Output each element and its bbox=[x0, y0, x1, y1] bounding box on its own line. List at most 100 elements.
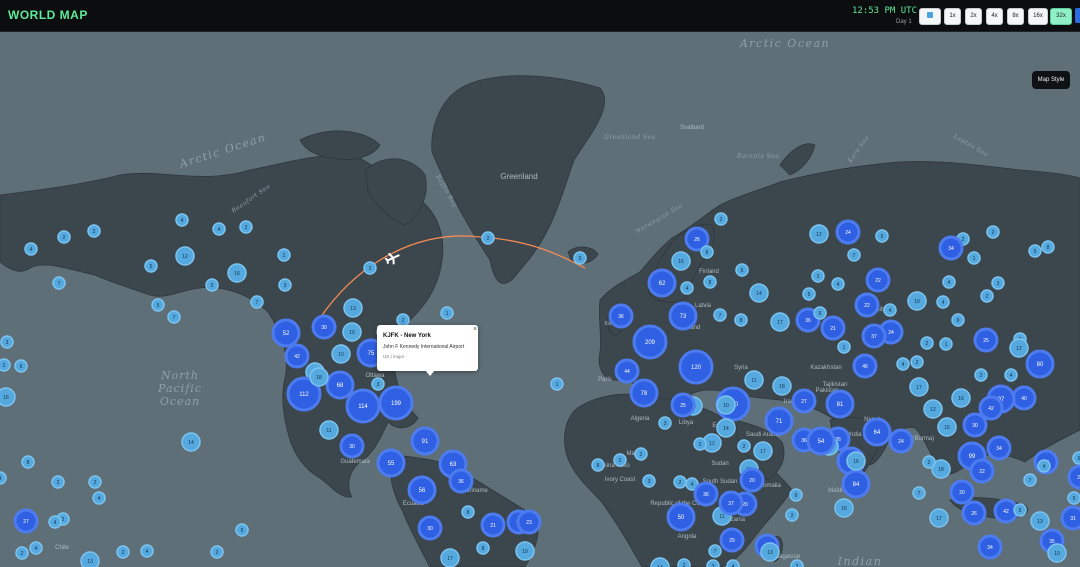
cluster-marker[interactable]: 15 bbox=[937, 417, 957, 437]
cluster-marker[interactable]: 4 bbox=[883, 303, 897, 317]
cluster-marker[interactable]: 24 bbox=[835, 219, 861, 245]
cluster-marker[interactable]: 4 bbox=[936, 295, 950, 309]
cluster-marker[interactable]: 12 bbox=[923, 399, 943, 419]
cluster-marker[interactable]: 14 bbox=[716, 418, 736, 438]
cluster-marker[interactable]: 5 bbox=[151, 298, 165, 312]
cluster-marker[interactable]: 2 bbox=[239, 220, 253, 234]
cluster-marker[interactable]: 5 bbox=[1067, 491, 1080, 505]
cluster-marker[interactable]: 73 bbox=[668, 301, 698, 331]
cluster-marker[interactable]: 209 bbox=[632, 324, 668, 360]
cluster-marker[interactable]: 4 bbox=[680, 281, 694, 295]
cluster-marker[interactable]: 14 bbox=[181, 432, 201, 452]
cluster-marker[interactable]: 4 bbox=[24, 242, 38, 256]
speed-8x-button[interactable]: 8x bbox=[1007, 8, 1024, 25]
cluster-marker[interactable]: 5 bbox=[802, 287, 816, 301]
cluster-marker[interactable]: 40 bbox=[1011, 385, 1037, 411]
cluster-marker[interactable]: 8 bbox=[461, 505, 475, 519]
cluster-marker[interactable]: 120 bbox=[678, 349, 714, 385]
cluster-marker[interactable]: 25 bbox=[670, 392, 696, 418]
cluster-marker[interactable]: 12 bbox=[175, 246, 195, 266]
cluster-marker[interactable]: 1 bbox=[440, 306, 454, 320]
cluster-marker[interactable]: 17 bbox=[909, 377, 929, 397]
cluster-marker[interactable]: 17 bbox=[770, 312, 790, 332]
cluster-marker[interactable]: 23 bbox=[516, 509, 542, 535]
cluster-marker[interactable]: 3 bbox=[991, 276, 1005, 290]
cluster-marker[interactable]: 55 bbox=[376, 448, 406, 478]
cluster-marker[interactable]: 3 bbox=[658, 416, 672, 430]
map-style-button[interactable]: Map Style bbox=[1032, 71, 1070, 89]
cluster-marker[interactable]: 12 bbox=[809, 224, 829, 244]
cluster-marker[interactable]: 18 bbox=[772, 376, 792, 396]
cluster-marker[interactable]: 5 bbox=[1028, 244, 1042, 258]
cluster-marker[interactable]: 1 bbox=[550, 377, 564, 391]
cluster-marker[interactable]: 30 bbox=[311, 314, 337, 340]
cluster-marker[interactable]: 34 bbox=[938, 235, 964, 261]
cluster-marker[interactable]: 42 bbox=[284, 343, 310, 369]
cluster-marker[interactable]: 37 bbox=[718, 490, 744, 516]
cluster-marker[interactable]: 16 bbox=[0, 387, 16, 407]
cluster-marker[interactable]: 4 bbox=[140, 544, 154, 558]
cluster-marker[interactable]: 50 bbox=[666, 502, 696, 532]
speed-1x-button[interactable]: 1x bbox=[944, 8, 961, 25]
cluster-marker[interactable]: 2 bbox=[811, 269, 825, 283]
cluster-marker[interactable]: 7 bbox=[912, 486, 926, 500]
cluster-marker[interactable]: 18 bbox=[309, 367, 329, 387]
cluster-marker[interactable]: 30 bbox=[962, 412, 988, 438]
cluster-marker[interactable]: 4 bbox=[896, 357, 910, 371]
cluster-marker[interactable]: 2 bbox=[677, 558, 691, 567]
cluster-marker[interactable]: 2 bbox=[634, 447, 648, 461]
speed-16x-button[interactable]: 16x bbox=[1028, 8, 1048, 25]
cluster-marker[interactable]: 5 bbox=[235, 523, 249, 537]
cluster-marker[interactable]: 3 bbox=[0, 335, 14, 349]
cluster-marker[interactable]: 2 bbox=[693, 437, 707, 451]
cluster-marker[interactable]: 34 bbox=[977, 534, 1003, 560]
cluster-marker[interactable]: 4 bbox=[1037, 459, 1051, 473]
cluster-marker[interactable]: 5 bbox=[144, 259, 158, 273]
cluster-marker[interactable]: 11 bbox=[744, 370, 764, 390]
cluster-marker[interactable]: 17 bbox=[440, 548, 460, 567]
cluster-marker[interactable]: 14 bbox=[749, 283, 769, 303]
cluster-marker[interactable]: 21 bbox=[820, 315, 846, 341]
cluster-marker[interactable]: 13 bbox=[760, 542, 780, 562]
cluster-marker[interactable]: 2 bbox=[980, 289, 994, 303]
cluster-marker[interactable]: 46 bbox=[852, 353, 878, 379]
cluster-marker[interactable]: 27 bbox=[791, 388, 817, 414]
cluster-marker[interactable]: 16 bbox=[671, 251, 691, 271]
cluster-marker[interactable]: 2 bbox=[51, 475, 65, 489]
cluster-marker[interactable]: 56 bbox=[407, 475, 437, 505]
cluster-marker[interactable]: 8 bbox=[591, 458, 605, 472]
cluster-marker[interactable]: 1 bbox=[277, 248, 291, 262]
cluster-marker[interactable]: 9 bbox=[951, 313, 965, 327]
cluster-marker[interactable]: 6 bbox=[735, 263, 749, 277]
popup-close-button[interactable]: × bbox=[473, 326, 477, 333]
cluster-marker[interactable]: 4 bbox=[0, 471, 7, 485]
cluster-marker[interactable]: 1 bbox=[939, 337, 953, 351]
cluster-marker[interactable]: 27 bbox=[13, 508, 39, 534]
speed-4x-button[interactable]: 4x bbox=[986, 8, 1003, 25]
cluster-marker[interactable]: 2 bbox=[116, 545, 130, 559]
cluster-marker[interactable]: 4 bbox=[48, 515, 62, 529]
speed-32x-button[interactable]: 32x bbox=[1050, 8, 1072, 25]
cluster-marker[interactable]: 64 bbox=[862, 417, 892, 447]
cluster-marker[interactable]: 2 bbox=[481, 231, 495, 245]
cluster-marker[interactable]: 91 bbox=[410, 426, 440, 456]
cluster-marker[interactable]: 2 bbox=[673, 475, 687, 489]
cluster-marker[interactable]: 4 bbox=[212, 222, 226, 236]
cluster-marker[interactable]: 16 bbox=[846, 451, 866, 471]
cluster-marker[interactable]: 84 bbox=[841, 469, 871, 499]
cluster-marker[interactable]: 4 bbox=[92, 491, 106, 505]
cluster-marker[interactable]: 3 bbox=[278, 278, 292, 292]
cluster-marker[interactable]: 29 bbox=[719, 527, 745, 553]
cluster-marker[interactable]: 16 bbox=[951, 388, 971, 408]
cluster-marker[interactable]: 2 bbox=[363, 261, 377, 275]
cluster-marker[interactable]: 81 bbox=[825, 389, 855, 419]
cluster-marker[interactable]: 78 bbox=[629, 378, 659, 408]
cluster-marker[interactable]: 5 bbox=[205, 278, 219, 292]
cluster-marker[interactable]: 16 bbox=[227, 263, 247, 283]
cluster-marker[interactable]: 7 bbox=[708, 544, 722, 558]
cluster-marker[interactable]: 9 bbox=[789, 488, 803, 502]
cluster-marker[interactable]: 2 bbox=[0, 358, 11, 372]
cluster-marker[interactable]: 7 bbox=[713, 308, 727, 322]
cluster-marker[interactable]: 26 bbox=[961, 500, 987, 526]
cluster-marker[interactable]: 20 bbox=[739, 467, 765, 493]
